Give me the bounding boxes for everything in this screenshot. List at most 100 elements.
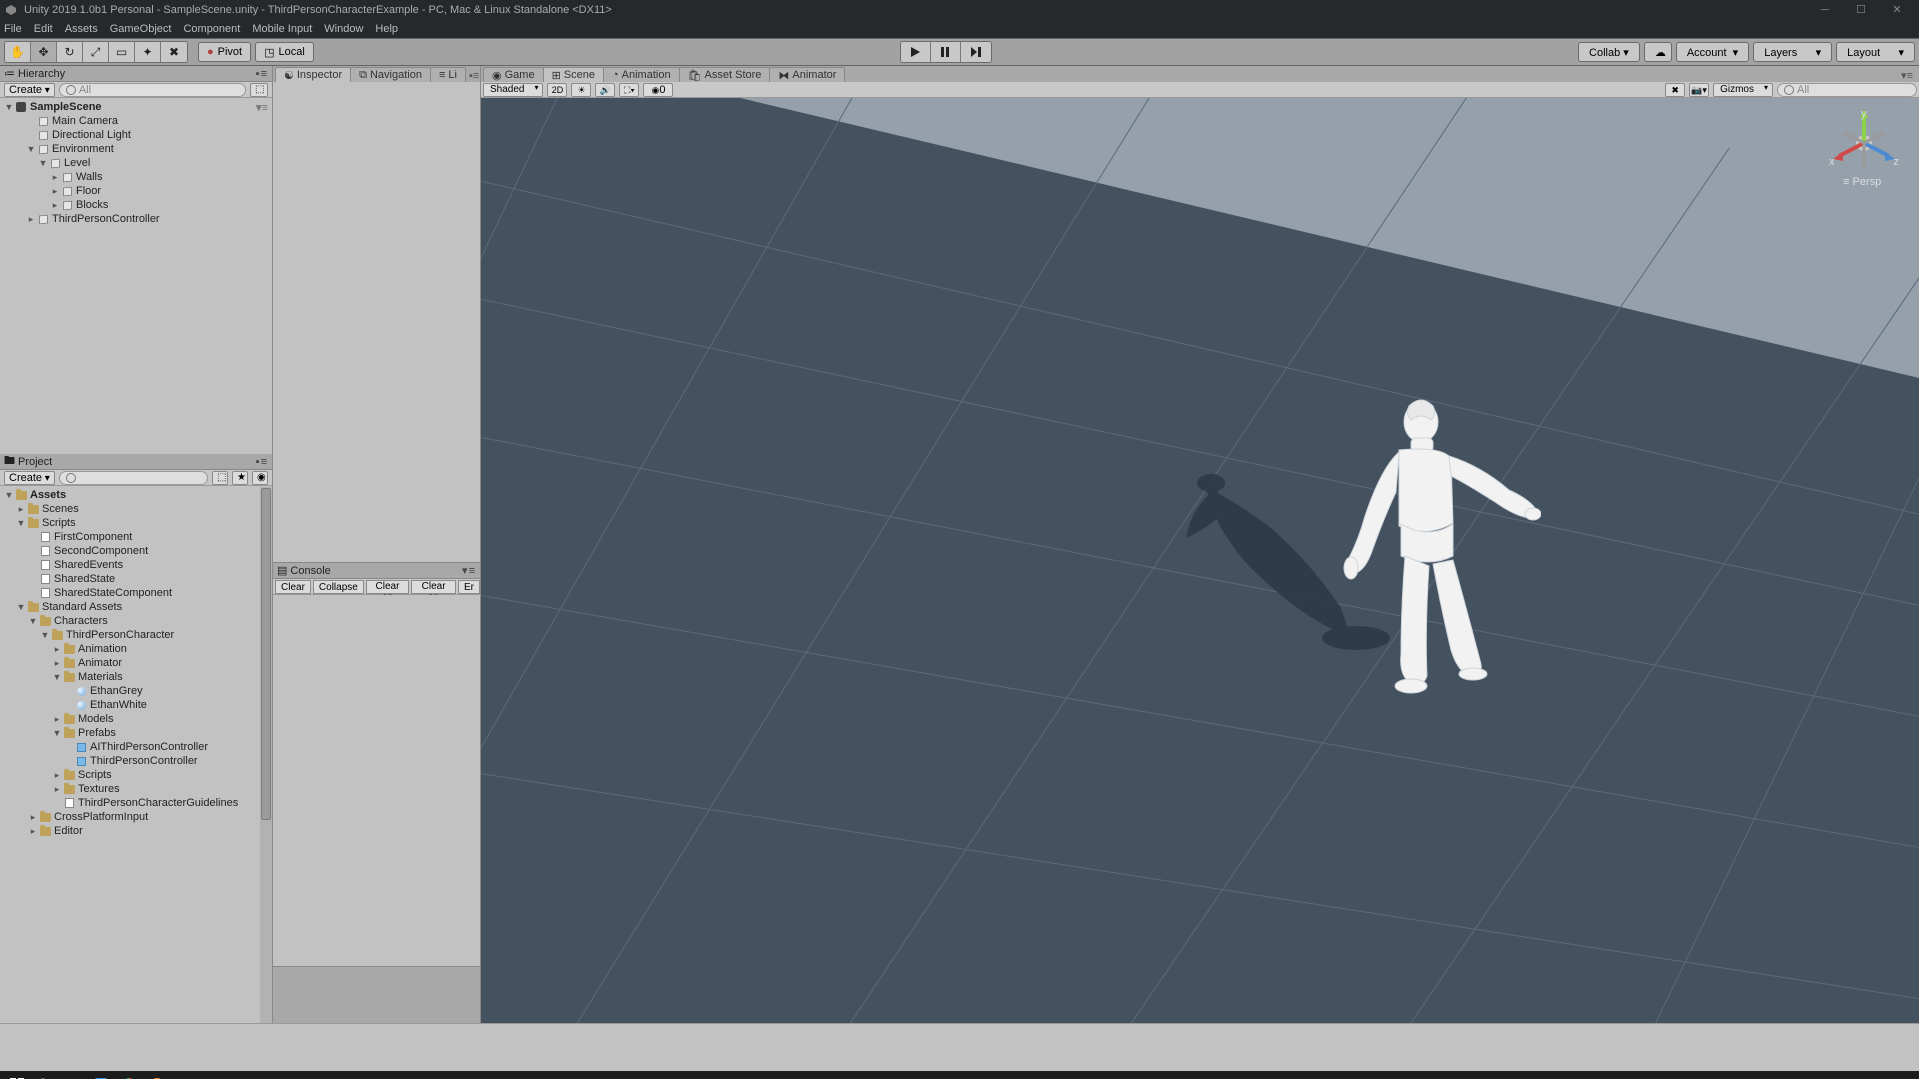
project-scrollbar[interactable] — [260, 487, 272, 1023]
menu-gameobject[interactable]: GameObject — [110, 23, 172, 35]
project-hidden-button[interactable]: ◉ — [252, 471, 268, 485]
account-button[interactable]: Account ▾ — [1676, 42, 1749, 62]
pivot-toggle-button[interactable]: ●Pivot — [198, 42, 251, 62]
start-button[interactable] — [4, 1072, 30, 1079]
menu-component[interactable]: Component — [183, 23, 240, 35]
tab-navigation[interactable]: ⧉Navigation — [350, 67, 431, 82]
project-item[interactable]: ▸Models — [0, 712, 272, 726]
layout-button[interactable]: Layout ▾ — [1836, 42, 1915, 62]
taskbar-chrome-icon[interactable] — [116, 1072, 142, 1079]
project-options-button[interactable]: ▪≡ — [256, 456, 268, 468]
shading-mode-dropdown[interactable]: Shaded — [483, 83, 543, 97]
menu-mobileinput[interactable]: Mobile Input — [252, 23, 312, 35]
project-create-button[interactable]: Create ▾ — [4, 471, 55, 485]
project-item[interactable]: SharedEvents — [0, 558, 272, 572]
menu-file[interactable]: File — [4, 23, 22, 35]
project-item[interactable]: ▸CrossPlatformInput — [0, 810, 272, 824]
layers-button[interactable]: Layers ▾ — [1753, 42, 1832, 62]
gizmo-persp-label[interactable]: ≡ Persp — [1843, 176, 1881, 188]
project-item[interactable]: SharedState — [0, 572, 272, 586]
tab-animator[interactable]: ⧓Animator — [769, 67, 845, 82]
taskbar-explorer-icon[interactable] — [172, 1072, 198, 1079]
project-item[interactable]: ▼Materials — [0, 670, 272, 684]
console-clearonbuild-button[interactable]: Clear on Build — [411, 580, 456, 594]
step-button[interactable] — [961, 42, 991, 62]
play-button[interactable] — [901, 42, 931, 62]
taskbar-app5-icon[interactable] — [536, 1072, 562, 1079]
orientation-gizmo[interactable]: y x z ≡ Persp — [1829, 108, 1899, 198]
taskbar-firefox-icon[interactable] — [144, 1072, 170, 1079]
project-item[interactable]: FirstComponent — [0, 530, 272, 544]
console-tab[interactable]: ▤ Console ▾≡ — [273, 563, 480, 579]
scene-lighting-toggle[interactable]: ☀ — [571, 83, 591, 97]
project-item[interactable]: ▸Editor — [0, 824, 272, 838]
cloud-services-button[interactable]: ☁ — [1644, 42, 1672, 62]
custom-tool-button[interactable]: ✖ — [161, 42, 187, 62]
scene-audio-toggle[interactable]: 🔊 — [595, 83, 615, 97]
window-maximize-button[interactable]: ☐ — [1843, 0, 1879, 20]
taskbar-app1-icon[interactable] — [200, 1072, 226, 1079]
rect-tool-button[interactable]: ▭ — [109, 42, 135, 62]
gizmos-dropdown[interactable]: Gizmos — [1713, 83, 1773, 97]
hand-tool-button[interactable]: ✋ — [5, 42, 31, 62]
project-tree[interactable]: ▼ Assets ▸Scenes▼ScriptsFirstComponentSe… — [0, 486, 272, 1023]
taskbar-sublime-icon[interactable] — [228, 1072, 254, 1079]
hierarchy-item[interactable]: ▸ThirdPersonController — [0, 212, 272, 226]
project-item[interactable]: ▼ThirdPersonCharacter — [0, 628, 272, 642]
scene-viewport[interactable]: y x z ≡ Persp — [481, 98, 1919, 1023]
tab-game[interactable]: ◉Game — [483, 67, 544, 82]
taskbar-app3-icon[interactable] — [452, 1072, 478, 1079]
hierarchy-create-button[interactable]: Create ▾ — [4, 83, 55, 97]
project-item[interactable]: EthanWhite — [0, 698, 272, 712]
project-item[interactable]: ▼Prefabs — [0, 726, 272, 740]
hierarchy-options-button[interactable]: ▪≡ — [256, 68, 268, 80]
console-clear-button[interactable]: Clear — [275, 580, 311, 594]
project-search-input[interactable] — [59, 471, 208, 485]
menu-edit[interactable]: Edit — [34, 23, 53, 35]
project-item[interactable]: EthanGrey — [0, 684, 272, 698]
pause-button[interactable] — [931, 42, 961, 62]
hierarchy-search-input[interactable]: All — [59, 83, 246, 97]
tab-scene[interactable]: ⊞Scene — [543, 67, 604, 82]
scene-cam-icon[interactable]: 📷▾ — [1689, 83, 1709, 97]
hierarchy-item[interactable]: ▸Walls — [0, 170, 272, 184]
hierarchy-item[interactable]: Main Camera — [0, 114, 272, 128]
console-options-button[interactable]: ▾≡ — [462, 564, 476, 577]
tab-inspector[interactable]: ☯Inspector — [275, 67, 351, 82]
hierarchy-item[interactable]: ▼Environment — [0, 142, 272, 156]
taskbar-unity-icon[interactable] — [508, 1072, 534, 1079]
hierarchy-item[interactable]: ▼Level — [0, 156, 272, 170]
console-collapse-button[interactable]: Collapse — [313, 580, 364, 594]
window-close-button[interactable]: ✕ — [1879, 0, 1915, 20]
menu-window[interactable]: Window — [324, 23, 363, 35]
transform-tool-button[interactable]: ✦ — [135, 42, 161, 62]
scene-fx-toggle[interactable]: ⛶▾ — [619, 83, 639, 97]
project-item[interactable]: ▸Scenes — [0, 502, 272, 516]
window-minimize-button[interactable]: ─ — [1807, 0, 1843, 20]
project-filter-fav-button[interactable]: ⬚ — [212, 471, 228, 485]
scene-options-button[interactable]: ▾≡ — [1897, 69, 1917, 82]
taskbar-app2-icon[interactable] — [368, 1072, 394, 1079]
taskbar-vs-icon[interactable]: ∞ — [256, 1072, 282, 1079]
project-item[interactable]: ▼Scripts — [0, 516, 272, 530]
console-body[interactable] — [273, 595, 480, 966]
scene-camera-button[interactable]: ✖ — [1665, 83, 1685, 97]
local-toggle-button[interactable]: ◳Local — [255, 42, 314, 62]
hierarchy-tab[interactable]: ≔ Hierarchy ▪≡ — [0, 66, 272, 82]
inspector-options-button[interactable]: ▪≡ — [465, 70, 480, 82]
taskbar-vs3-icon[interactable]: ∞ — [312, 1072, 338, 1079]
project-item[interactable]: SharedStateComponent — [0, 586, 272, 600]
project-item[interactable]: ▸Animator — [0, 656, 272, 670]
project-item[interactable]: ▼Characters — [0, 614, 272, 628]
project-tab[interactable]: 🖿 Project ▪≡ — [0, 454, 272, 470]
tab-lighting[interactable]: ≡Li — [430, 67, 466, 82]
hierarchy-item[interactable]: ▸Floor — [0, 184, 272, 198]
collab-button[interactable]: Collab ▾ — [1578, 42, 1640, 62]
tab-assetstore[interactable]: 🛍Asset Store — [679, 67, 771, 82]
project-item[interactable]: ▸Scripts — [0, 768, 272, 782]
project-item[interactable]: ▸Textures — [0, 782, 272, 796]
hierarchy-item[interactable]: ▸Blocks — [0, 198, 272, 212]
hierarchy-filter-button[interactable]: ⬚ — [250, 83, 268, 97]
tab-animation[interactable]: ◔Animation — [603, 67, 680, 82]
scene-root-item[interactable]: ▼ SampleScene ▾≡ — [0, 100, 272, 114]
